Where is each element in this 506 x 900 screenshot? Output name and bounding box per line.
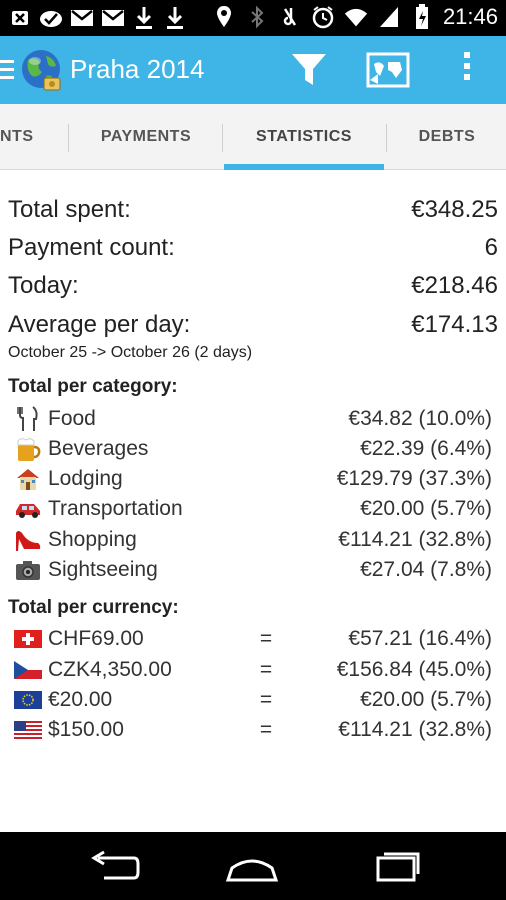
- alarm-icon: [311, 5, 335, 29]
- camera-icon: [14, 556, 42, 584]
- download-icon: [132, 6, 156, 30]
- beer-mug-icon: [14, 435, 42, 463]
- overflow-menu-icon[interactable]: [460, 52, 474, 90]
- tab-divider: [222, 124, 223, 152]
- average-label: Average per day:: [8, 311, 191, 338]
- clock: 21:46: [442, 4, 498, 29]
- tab-debts[interactable]: DEBTS: [388, 104, 506, 170]
- eu-flag-icon: [14, 691, 42, 709]
- filter-icon[interactable]: [290, 52, 328, 88]
- currency-value: €20.00 (5.7%): [360, 688, 492, 711]
- notification-icons: [8, 6, 187, 30]
- tab-payments[interactable]: PAYMENTS: [70, 104, 222, 170]
- category-row-transportation[interactable]: Transportation €20.00 (5.7%): [14, 494, 492, 524]
- total-spent-label: Total spent:: [8, 196, 131, 223]
- equals-sign: =: [259, 627, 273, 650]
- close-notification-icon: [8, 6, 32, 30]
- currency-value: €156.84 (45.0%): [336, 658, 492, 681]
- battery-icon: [410, 4, 434, 29]
- category-section-title: Total per category:: [8, 376, 178, 397]
- drawer-menu-icon[interactable]: [0, 60, 14, 80]
- system-icons: 21:46: [212, 4, 498, 30]
- high-heel-icon: [14, 526, 42, 554]
- house-icon: [14, 465, 42, 493]
- us-flag-icon: [14, 721, 42, 739]
- category-row-lodging[interactable]: Lodging €129.79 (37.3%): [14, 464, 492, 494]
- currency-row-czk[interactable]: CZK4,350.00 = €156.84 (45.0%): [14, 655, 492, 685]
- equals-sign: =: [259, 688, 273, 711]
- today-row: Today: €218.46: [8, 272, 498, 300]
- gmail-icon: [70, 6, 94, 30]
- mute-icon: [278, 5, 302, 29]
- currency-value: €114.21 (32.8%): [338, 718, 492, 741]
- download-icon: [163, 6, 187, 30]
- category-name: Shopping: [48, 528, 137, 551]
- category-row-sightseeing[interactable]: Sightseeing €27.04 (7.8%): [14, 555, 492, 585]
- currency-amount: CHF69.00: [48, 627, 144, 650]
- category-name: Lodging: [48, 467, 123, 490]
- currency-section-title: Total per currency:: [8, 597, 179, 618]
- gmail-icon: [101, 6, 125, 30]
- category-name: Beverages: [48, 437, 149, 460]
- globe-app-icon[interactable]: [18, 48, 64, 94]
- home-icon[interactable]: [222, 850, 282, 884]
- currency-row-chf[interactable]: CHF69.00 = €57.21 (16.4%): [14, 624, 492, 654]
- status-bar: 21:46: [0, 0, 506, 36]
- total-spent-row: Total spent: €348.25: [8, 196, 498, 224]
- total-spent-value: €348.25: [411, 196, 498, 223]
- category-value: €114.21 (32.8%): [338, 528, 492, 551]
- tab-divider: [386, 124, 387, 152]
- category-name: Food: [48, 407, 96, 430]
- back-icon[interactable]: [84, 850, 144, 884]
- currency-value: €57.21 (16.4%): [348, 627, 492, 650]
- payment-count-value: 6: [484, 234, 498, 261]
- category-name: Transportation: [48, 497, 183, 520]
- currency-amount: CZK4,350.00: [48, 658, 172, 681]
- tab-statistics[interactable]: STATISTICS: [224, 104, 384, 170]
- today-label: Today:: [8, 272, 79, 299]
- payment-count-label: Payment count:: [8, 234, 175, 261]
- today-value: €218.46: [411, 272, 498, 299]
- recent-apps-icon[interactable]: [366, 850, 426, 884]
- car-icon: [14, 495, 42, 523]
- equals-sign: =: [259, 718, 273, 741]
- average-value: €174.13: [411, 311, 498, 338]
- category-name: Sightseeing: [48, 558, 158, 581]
- category-value: €20.00 (5.7%): [360, 497, 492, 520]
- currency-row-usd[interactable]: $150.00 = €114.21 (32.8%): [14, 715, 492, 745]
- category-value: €129.79 (37.3%): [336, 467, 492, 490]
- bluetooth-icon: [245, 5, 269, 29]
- tab-divider: [68, 124, 69, 152]
- payment-count-row: Payment count: 6: [8, 234, 498, 262]
- location-icon: [212, 5, 236, 29]
- average-row: Average per day: €174.13: [8, 311, 498, 339]
- fork-knife-icon: [14, 405, 42, 433]
- category-value: €22.39 (6.4%): [360, 437, 492, 460]
- checkmark-cloud-icon: [39, 6, 63, 30]
- tab-bar: NTS PAYMENTS STATISTICS DEBTS: [0, 104, 506, 170]
- category-row-food[interactable]: Food €34.82 (10.0%): [14, 404, 492, 434]
- action-bar: Praha 2014: [0, 36, 506, 104]
- wifi-icon: [344, 5, 368, 29]
- currency-amount: $150.00: [48, 718, 124, 741]
- tab-accounts[interactable]: NTS: [0, 104, 66, 170]
- swiss-flag-icon: [14, 630, 42, 648]
- currency-amount: €20.00: [48, 688, 113, 711]
- category-row-beverages[interactable]: Beverages €22.39 (6.4%): [14, 434, 492, 464]
- map-icon[interactable]: [366, 50, 410, 90]
- navigation-bar: [0, 832, 506, 900]
- category-value: €34.82 (10.0%): [348, 407, 492, 430]
- category-value: €27.04 (7.8%): [360, 558, 492, 581]
- trip-title[interactable]: Praha 2014: [70, 54, 204, 85]
- category-row-shopping[interactable]: Shopping €114.21 (32.8%): [14, 525, 492, 555]
- currency-row-eur[interactable]: €20.00 = €20.00 (5.7%): [14, 685, 492, 715]
- date-range: October 25 -> October 26 (2 days): [8, 344, 253, 361]
- czech-flag-icon: [14, 661, 42, 679]
- statistics-content: Total spent: €348.25 Payment count: 6 To…: [0, 170, 506, 830]
- signal-icon: [377, 5, 401, 29]
- equals-sign: =: [259, 658, 273, 681]
